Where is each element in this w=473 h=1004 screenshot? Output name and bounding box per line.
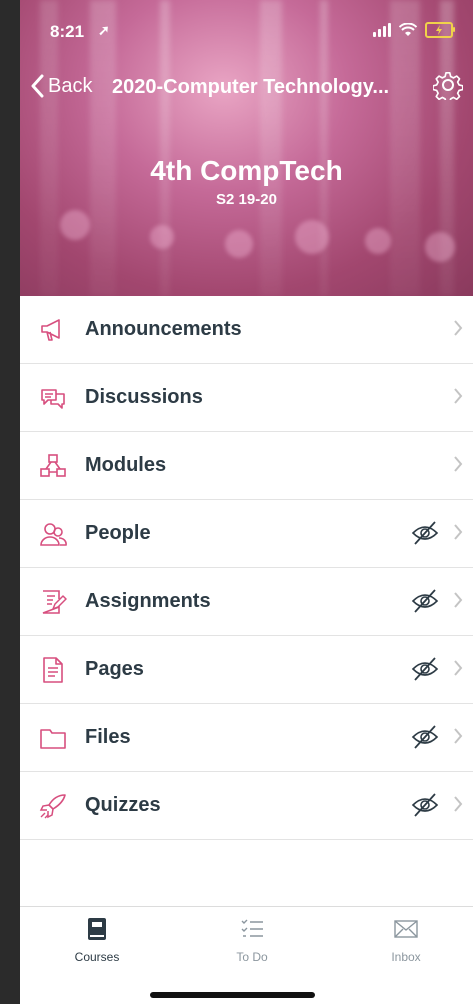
rocket-icon — [38, 791, 68, 821]
back-button[interactable]: Back — [30, 74, 92, 98]
hidden-eye-icon[interactable] — [411, 520, 439, 546]
menu-item-assignments[interactable]: Assignments — [20, 568, 473, 636]
tab-bar: Courses To Do Inbox — [20, 906, 473, 1004]
chevron-left-icon — [31, 74, 44, 98]
hidden-eye-icon[interactable] — [411, 792, 439, 818]
tab-inbox[interactable]: Inbox — [346, 917, 466, 964]
signal-icon — [373, 23, 391, 37]
course-info: 4th CompTech S2 19-20 — [20, 155, 473, 208]
menu-item-label: People — [85, 522, 151, 544]
location-arrow-icon: ➚ — [98, 22, 110, 38]
navigation-bar: Back 2020-Computer Technology... — [20, 70, 473, 106]
page-title: 2020-Computer Technology... — [112, 76, 390, 98]
course-menu: Announcements Discussions Modules People — [20, 296, 473, 840]
menu-item-label: Pages — [85, 658, 144, 680]
menu-item-announcements[interactable]: Announcements — [20, 296, 473, 364]
book-icon — [88, 918, 106, 940]
chevron-right-icon — [454, 660, 463, 676]
menu-item-modules[interactable]: Modules — [20, 432, 473, 500]
assignment-icon — [38, 587, 68, 617]
menu-item-pages[interactable]: Pages — [20, 636, 473, 704]
chevron-right-icon — [454, 524, 463, 540]
people-icon — [38, 519, 68, 549]
document-icon — [38, 655, 68, 685]
back-label: Back — [48, 74, 93, 97]
hidden-eye-icon[interactable] — [411, 588, 439, 614]
status-time: 8:21 — [50, 22, 85, 41]
wifi-icon — [399, 23, 417, 36]
course-term: S2 19-20 — [216, 191, 277, 208]
chat-bubbles-icon — [38, 383, 68, 413]
chevron-right-icon — [454, 388, 463, 404]
menu-item-label: Quizzes — [85, 794, 161, 816]
tab-label: Courses — [74, 950, 120, 964]
tab-label: Inbox — [391, 950, 421, 964]
megaphone-icon — [38, 315, 68, 345]
gear-icon[interactable] — [433, 70, 463, 100]
menu-item-label: Modules — [85, 454, 167, 476]
decor-bokeh — [150, 225, 174, 249]
hidden-eye-icon[interactable] — [411, 724, 439, 750]
status-icons — [373, 22, 455, 38]
chevron-right-icon — [454, 796, 463, 812]
decor-bokeh — [225, 230, 253, 258]
menu-item-files[interactable]: Files — [20, 704, 473, 772]
decor-bokeh — [425, 232, 455, 262]
menu-item-discussions[interactable]: Discussions — [20, 364, 473, 432]
decor-bokeh — [295, 220, 329, 254]
folder-icon — [38, 723, 68, 753]
chevron-right-icon — [454, 456, 463, 472]
battery-icon — [425, 22, 455, 38]
course-header: 8:21 ➚ Back 2020-Computer Technology... … — [20, 0, 473, 296]
status-bar: 8:21 ➚ — [50, 22, 455, 46]
chevron-right-icon — [454, 592, 463, 608]
course-name: 4th CompTech — [150, 155, 343, 186]
menu-item-label: Assignments — [85, 590, 211, 612]
hidden-eye-icon[interactable] — [411, 656, 439, 682]
decor-bokeh — [365, 228, 391, 254]
modules-icon — [38, 451, 68, 481]
phone-screen: 8:21 ➚ Back 2020-Computer Technology... … — [20, 0, 473, 1004]
menu-item-people[interactable]: People — [20, 500, 473, 568]
menu-item-label: Announcements — [85, 318, 242, 340]
tab-label: To Do — [236, 950, 268, 964]
chevron-right-icon — [454, 728, 463, 744]
decor-bokeh — [60, 210, 90, 240]
home-indicator[interactable] — [150, 992, 315, 998]
checklist-icon — [241, 919, 263, 937]
menu-item-quizzes[interactable]: Quizzes — [20, 772, 473, 840]
menu-item-label: Files — [85, 726, 131, 748]
envelope-icon — [394, 920, 418, 938]
chevron-right-icon — [454, 320, 463, 336]
menu-item-label: Discussions — [85, 386, 203, 408]
tab-courses[interactable]: Courses — [37, 917, 157, 964]
tab-todo[interactable]: To Do — [192, 917, 312, 964]
